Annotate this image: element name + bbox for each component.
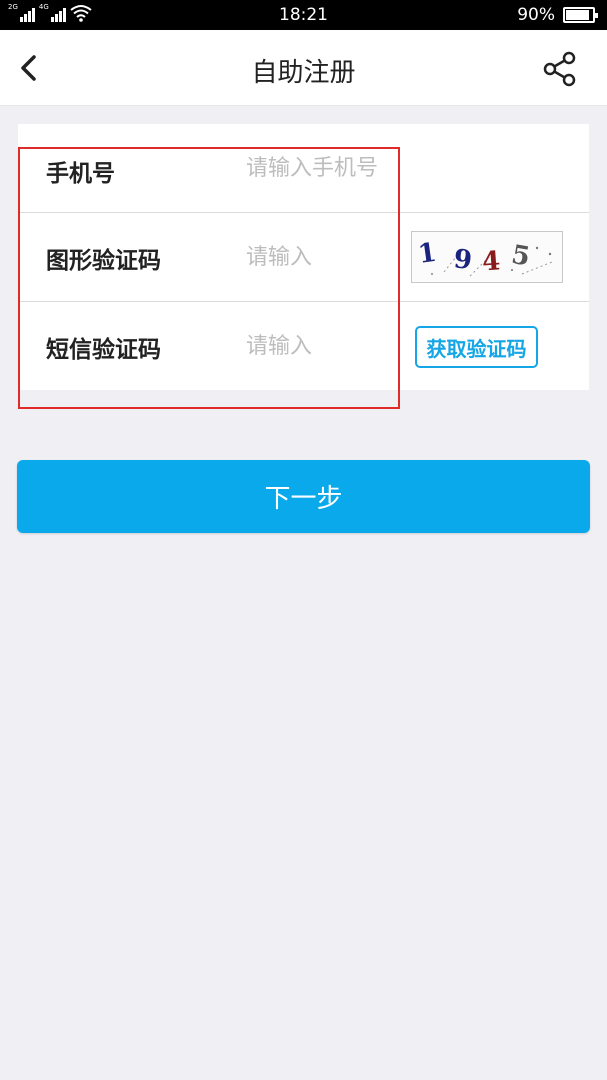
battery-fill (566, 10, 590, 20)
image-captcha-input[interactable] (246, 237, 406, 277)
battery-status: 90% (517, 5, 598, 25)
phone-input[interactable] (246, 148, 406, 188)
captcha-image[interactable]: 1945 (411, 231, 563, 283)
captcha-digit: 1 (416, 238, 438, 270)
captcha-digit: 9 (452, 244, 473, 276)
sms-code-row: 短信验证码 获取验证码 (18, 302, 589, 390)
chevron-left-icon (21, 55, 36, 81)
back-button[interactable] (14, 52, 46, 84)
phone-row: 手机号 (18, 124, 589, 212)
share-icon (543, 51, 576, 87)
captcha-digit: 5 (509, 240, 532, 273)
page-title: 自助注册 (251, 58, 356, 88)
captcha-digit: 4 (481, 246, 501, 277)
captcha-svg: 1945 (416, 238, 553, 278)
phone-label: 手机号 (46, 161, 115, 187)
battery-icon (563, 7, 598, 23)
status-bar: 2G 4G 18:21 90% (0, 0, 607, 30)
status-time: 18:21 (279, 5, 328, 25)
image-captcha-label: 图形验证码 (46, 248, 161, 274)
share-button[interactable] (541, 50, 579, 88)
next-step-button[interactable]: 下一步 (17, 460, 590, 533)
registration-form: 手机号 图形验证码 1945 短信验证码 获取验证码 (18, 124, 589, 390)
get-sms-code-button[interactable]: 获取验证码 (415, 326, 538, 368)
image-captcha-row: 图形验证码 1945 (18, 213, 589, 301)
nav-bar: 自助注册 (0, 30, 607, 106)
battery-percent: 90% (517, 5, 555, 25)
sms-code-label: 短信验证码 (46, 337, 161, 363)
sms-code-input[interactable] (246, 326, 406, 366)
